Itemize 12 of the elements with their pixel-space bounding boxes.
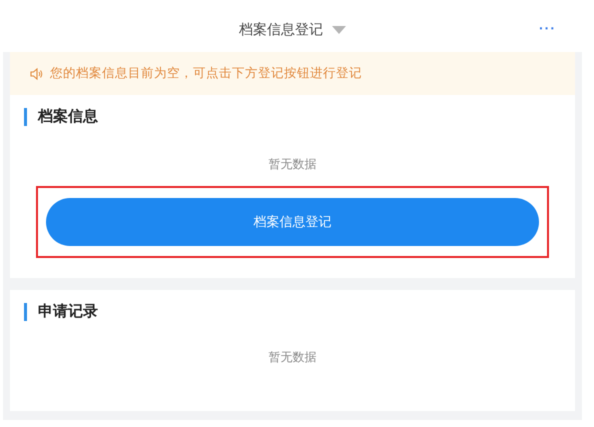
more-button[interactable]: ··· [539, 20, 556, 36]
accent-bar [24, 108, 27, 126]
empty-text: 暂无数据 [268, 156, 318, 173]
accent-bar [24, 302, 27, 320]
caret-icon[interactable] [332, 26, 346, 34]
empty-text: 暂无数据 [268, 349, 318, 366]
section-title: 档案信息 [38, 107, 98, 126]
page-title: 档案信息登记 [239, 21, 323, 39]
speaker-icon [30, 68, 43, 80]
section-title: 申请记录 [38, 302, 98, 321]
notice-text: 您的档案信息目前为空，可点击下方登记按钮进行登记 [50, 65, 362, 82]
register-button[interactable]: 档案信息登记 [46, 198, 539, 246]
